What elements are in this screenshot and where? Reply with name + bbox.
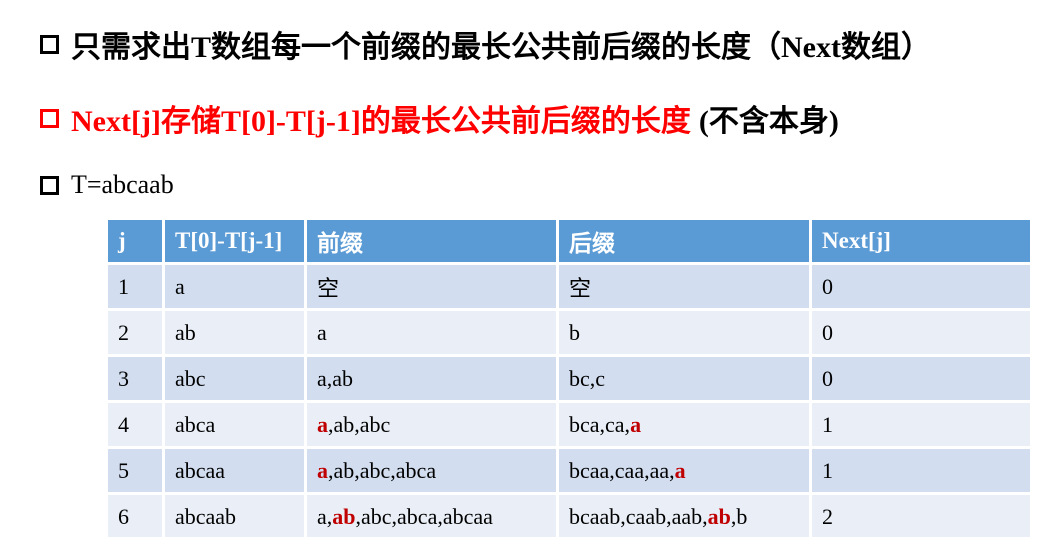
header-j: j <box>108 220 165 265</box>
highlighted-match: ab <box>332 503 356 529</box>
cell-suffix: bca,ca,a <box>559 403 812 449</box>
text-segment: b <box>569 319 580 345</box>
text-segment: a,ab <box>317 365 354 391</box>
text-segment: ,b <box>730 503 748 529</box>
table-row: 2 ab a b 0 <box>108 311 1030 357</box>
highlighted-match: ab <box>707 503 731 529</box>
text-segment: bcaab,caab,aab, <box>569 503 708 529</box>
cell-prefix: a,ab,abc <box>307 403 559 449</box>
text-segment: bca,ca, <box>569 411 631 437</box>
header-substring: T[0]-T[j-1] <box>165 220 307 265</box>
table-row: 6 abcaab a,ab,abc,abca,abcaa bcaab,caab,aab… <box>108 495 1030 537</box>
text-segment: 空 <box>569 275 592 301</box>
bullet-pattern-string: T=abcaab <box>40 170 174 200</box>
cell-prefix: a,ab,abc,abca <box>307 449 559 495</box>
cell-suffix: b <box>559 311 812 357</box>
cell-substring: a <box>165 265 307 311</box>
cell-next: 0 <box>812 311 1030 357</box>
cell-j: 6 <box>108 495 165 537</box>
cell-substring: abcaab <box>165 495 307 537</box>
text-segment: ,ab,abc <box>328 411 391 437</box>
cell-prefix: a,ab,abc,abca,abcaa <box>307 495 559 537</box>
text-segment: ,ab,abc,abca <box>328 457 437 483</box>
highlighted-match: a <box>317 411 328 437</box>
highlighted-match: a <box>317 457 328 483</box>
header-suffix: 后缀 <box>559 220 812 265</box>
text-segment: ,abc,abca,abcaa <box>355 503 493 529</box>
cell-substring: abcaa <box>165 449 307 495</box>
cell-suffix: bcaab,caab,aab,ab,b <box>559 495 812 537</box>
cell-suffix: bcaa,caa,aa,a <box>559 449 812 495</box>
cell-next: 1 <box>812 449 1030 495</box>
highlighted-match: a <box>674 457 686 483</box>
next-array-table: j T[0]-T[j-1] 前缀 后缀 Next[j] 1 a 空空 0 2 ab a b 0 3… <box>108 220 1030 537</box>
cell-next: 0 <box>812 357 1030 403</box>
cell-prefix: 空 <box>307 265 559 311</box>
bullet-text: T=abcaab <box>71 170 174 199</box>
cell-substring: abc <box>165 357 307 403</box>
text-segment: a, <box>317 503 333 529</box>
cell-j: 4 <box>108 403 165 449</box>
text-segment: a <box>317 319 327 345</box>
cell-suffix: 空 <box>559 265 812 311</box>
text-segment: bc,c <box>569 365 606 391</box>
bullet-next-array-description: 只需求出T数组每一个前缀的最长公共前后缀的长度（Next数组） <box>40 22 931 66</box>
cell-substring: abca <box>165 403 307 449</box>
highlighted-match: a <box>630 411 642 437</box>
cell-next: 0 <box>812 265 1030 311</box>
cell-substring: ab <box>165 311 307 357</box>
square-bullet-icon <box>40 34 59 54</box>
cell-next: 2 <box>812 495 1030 537</box>
cell-j: 1 <box>108 265 165 311</box>
table-row: 1a空空0 <box>108 265 1030 311</box>
header-next: Next[j] <box>812 220 1030 265</box>
square-bullet-icon <box>40 175 59 195</box>
cell-next: 1 <box>812 403 1030 449</box>
table-header-row: j T[0]-T[j-1] 前缀 后缀 Next[j] <box>108 220 1030 265</box>
table-row: 3 abc a,ab bc,c 0 <box>108 357 1030 403</box>
text-segment: 空 <box>317 275 340 301</box>
bullet-text: 只需求出T数组每一个前缀的最长公共前后缀的长度（Next数组） <box>71 31 931 64</box>
table-row: 4 abca a,ab,abc bca,ca,a 1 <box>108 403 1030 449</box>
header-prefix: 前缀 <box>307 220 559 265</box>
table-row: 5 abcaa a,ab,abc,abca bcaa,caa,aa,a 1 <box>108 449 1030 495</box>
bullet-next-definition: Next[j]存储T[0]-T[j-1]的最长公共前后缀的长度 (不含本身) <box>40 96 839 140</box>
bullet-text-red: Next[j]存储T[0]-T[j-1]的最长公共前后缀的长度 <box>71 105 691 138</box>
cell-prefix: a <box>307 311 559 357</box>
bullet-text-note: (不含本身) <box>698 105 839 138</box>
cell-j: 3 <box>108 357 165 403</box>
cell-j: 2 <box>108 311 165 357</box>
table-body: 1 a 空空 0 2 ab a b 0 3 abc a,ab bc,c 0 4 abca a,ab,abc bca… <box>108 265 1030 537</box>
cell-suffix: bc,c <box>559 357 812 403</box>
text-segment: bcaa,caa,aa, <box>569 457 675 483</box>
cell-prefix: a,ab <box>307 357 559 403</box>
square-bullet-icon <box>40 108 59 128</box>
cell-j: 5 <box>108 449 165 495</box>
